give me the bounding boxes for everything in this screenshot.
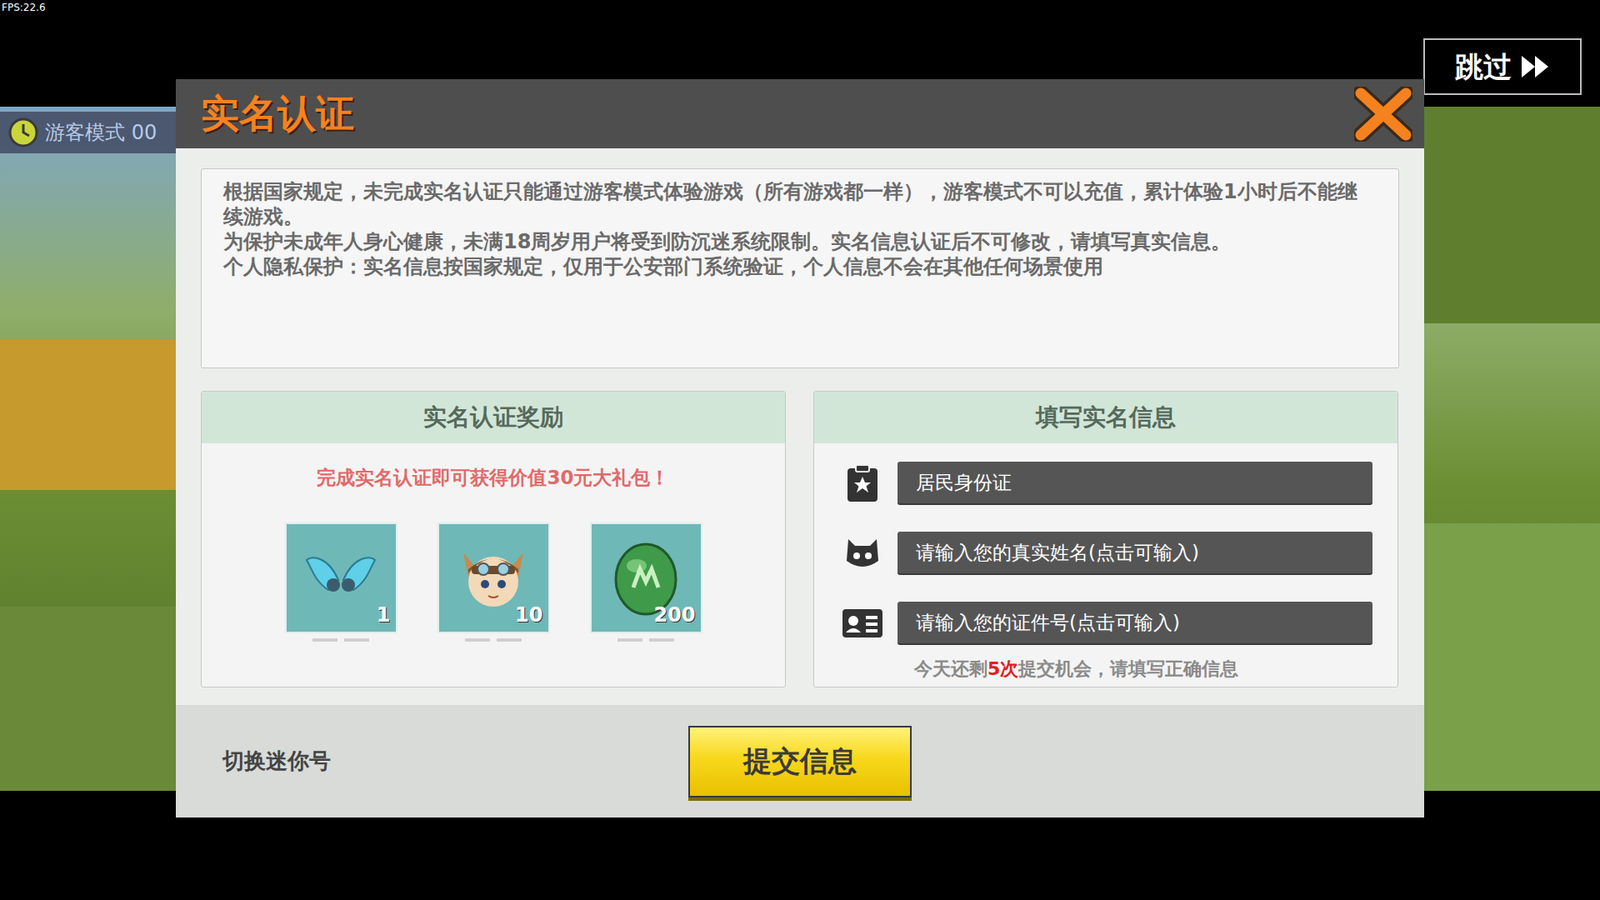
clock-icon [8,117,39,148]
placeholder-bar [312,638,338,642]
form-row: 居民身份证 [839,461,1373,505]
placeholder-bar [617,638,643,642]
reward-subtitle: 完成实名认证即可获得价值30元大礼包！ [201,463,785,493]
reward-count: 1 [376,600,391,630]
text-input[interactable]: 请输入您的真实姓名(点击可输入) [897,531,1373,575]
notice-text: 根据国家规定，未完成实名认证只能通过游客模式体验游戏（所有游戏都一样），游客模式… [223,179,1377,230]
close-button[interactable] [1350,84,1416,145]
fps-counter: FPS:22.6 [1,0,46,15]
form-panel: 填写实名信息居民身份证请输入您的真实姓名(点击可输入) 请输入您的证件号(点击可输… [813,390,1399,688]
real-name-dialog: 实名认证根据国家规定，未完成实名认证只能通过游客模式体验游戏（所有游戏都一样），… [175,79,1425,818]
close-icon [1354,86,1413,142]
form-row: 请输入您的真实姓名(点击可输入) [839,531,1373,575]
screen: FPS:22.6 游客模式 00 跳过实名认证根据国家规定，未完成实名认证只能通过游… [0,0,1600,900]
tree-foliage [1424,106,1600,324]
guest-timer: 游客模式 00 [0,111,176,154]
reward-items: 1 10 200 [201,522,785,642]
tree-foliage [0,340,176,490]
id-type-select[interactable]: 居民身份证 [897,461,1373,505]
id-number-icon [840,607,885,640]
placeholder-bar [344,638,370,642]
wings-icon [303,548,379,607]
reward-panel: 实名认证奖励完成实名认证即可获得价值30元大礼包！ 1 10 200 [200,390,786,688]
placeholder-bar [496,638,522,642]
attempts-hint: 今天还剩5次提交机会，请填写正确信息 [814,655,1398,683]
fast-forward-icon [1520,54,1550,80]
reward-count: 10 [515,600,543,630]
placeholder-bar [649,638,675,642]
form-header: 填写实名信息 [814,391,1398,444]
text-input[interactable]: 请输入您的证件号(点击可输入) [897,601,1373,645]
skip-button[interactable]: 跳过 [1423,38,1582,95]
id-card-icon [845,463,880,504]
reward-item[interactable]: 10 [437,522,550,642]
form-row: 请输入您的证件号(点击可输入) [839,601,1373,645]
ground-block [0,606,176,791]
reward-item[interactable]: 200 [590,522,703,642]
reward-count: 200 [653,600,695,630]
reward-header: 实名认证奖励 [201,391,785,444]
reward-item[interactable]: 1 [285,522,398,642]
dialog-footer: 切换迷你号 提交信息 [175,705,1425,818]
notice-text: 为保护未成年人身心健康，未满18周岁用户将受到防沉迷系统限制。实名信息认证后不可… [223,229,1377,255]
ground-block [1424,523,1600,791]
dialog-body: 根据国家规定，未完成实名认证只能通过游客模式体验游戏（所有游戏都一样），游客模式… [175,148,1425,688]
submit-button[interactable]: 提交信息 [688,725,912,798]
switch-account-link[interactable]: 切换迷你号 [222,745,608,778]
form-fields: 居民身份证请输入您的真实姓名(点击可输入) 请输入您的证件号(点击可输入) [814,461,1398,645]
panels-row: 实名认证奖励完成实名认证即可获得价值30元大礼包！ 1 10 200 填写实名信息居民身… [200,390,1400,688]
dialog-header: 实名认证 [175,79,1425,149]
face-icon [843,535,882,571]
placeholder-bar [465,638,490,642]
notice-text: 个人隐私保护：实名信息按国家规定，仅用于公安部门系统验证，个人信息不会在其他任何… [223,254,1377,280]
notice-box: 根据国家规定，未完成实名认证只能通过游客模式体验游戏（所有游戏都一样），游客模式… [200,168,1400,369]
